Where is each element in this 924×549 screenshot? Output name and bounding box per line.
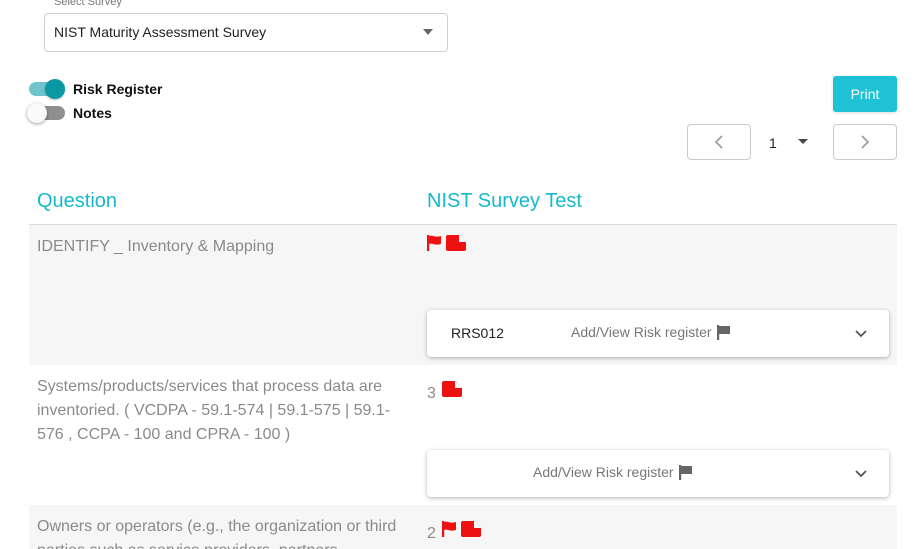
- chevron-right-icon: [861, 135, 870, 149]
- toggle-knob[interactable]: [27, 103, 47, 123]
- print-button[interactable]: Print: [833, 76, 897, 112]
- risk-register-link-text[interactable]: Add/View Risk register: [571, 324, 712, 340]
- risk-register-card[interactable]: Add/View Risk register: [427, 450, 889, 497]
- risk-register-toggle[interactable]: Risk Register: [29, 79, 163, 99]
- risk-register-card[interactable]: RRS012 Add/View Risk register: [427, 310, 889, 357]
- toggle-knob[interactable]: [45, 79, 65, 99]
- toggle-track[interactable]: [29, 79, 65, 99]
- flag-icon: [716, 324, 730, 340]
- page-dropdown-icon[interactable]: [798, 139, 808, 144]
- column-header-question: Question: [37, 190, 118, 212]
- table-row: IDENTIFY _ Inventory & Mapping RRS012 Ad…: [29, 225, 897, 365]
- chevron-left-icon: [714, 135, 723, 149]
- file-icon[interactable]: [460, 521, 481, 537]
- answer-value: 3: [427, 385, 436, 402]
- chevron-down-icon[interactable]: [423, 29, 433, 35]
- question-text: IDENTIFY _ Inventory & Mapping: [37, 238, 275, 255]
- notes-label: Notes: [73, 105, 112, 121]
- survey-select-value: NIST Maturity Assessment Survey: [54, 24, 267, 40]
- answer-value: 2: [427, 525, 436, 542]
- risk-register-link[interactable]: Add/View Risk register: [533, 464, 693, 480]
- flag-icon[interactable]: [427, 235, 442, 251]
- column-header-survey: NIST Survey Test: [427, 190, 582, 212]
- question-text: Owners or operators (e.g., the organizat…: [37, 518, 397, 549]
- chevron-down-icon[interactable]: [855, 330, 867, 338]
- answer-cell: [427, 235, 466, 251]
- survey-select-label: Select Survey: [52, 0, 124, 8]
- file-icon[interactable]: [441, 381, 462, 397]
- table-row: Owners or operators (e.g., the organizat…: [29, 505, 897, 549]
- survey-select[interactable]: NIST Maturity Assessment Survey: [44, 13, 448, 52]
- risk-id: RRS012: [451, 325, 504, 341]
- answer-cell: 3: [427, 375, 462, 403]
- notes-toggle[interactable]: Notes: [27, 103, 112, 123]
- table-row: Systems/products/services that process d…: [29, 365, 897, 505]
- toggle-track[interactable]: [27, 103, 65, 123]
- risk-register-link-text[interactable]: Add/View Risk register: [533, 464, 674, 480]
- risk-register-link[interactable]: Add/View Risk register: [571, 324, 731, 340]
- flag-icon[interactable]: [441, 521, 457, 537]
- answer-cell: 2: [427, 515, 481, 543]
- flag-icon: [678, 464, 692, 480]
- file-icon[interactable]: [446, 235, 466, 251]
- chevron-down-icon[interactable]: [855, 470, 867, 478]
- question-text: Systems/products/services that process d…: [37, 378, 391, 443]
- prev-page-button[interactable]: [687, 124, 751, 160]
- page-number: 1: [769, 135, 777, 151]
- next-page-button[interactable]: [833, 124, 897, 160]
- risk-register-label: Risk Register: [73, 81, 163, 97]
